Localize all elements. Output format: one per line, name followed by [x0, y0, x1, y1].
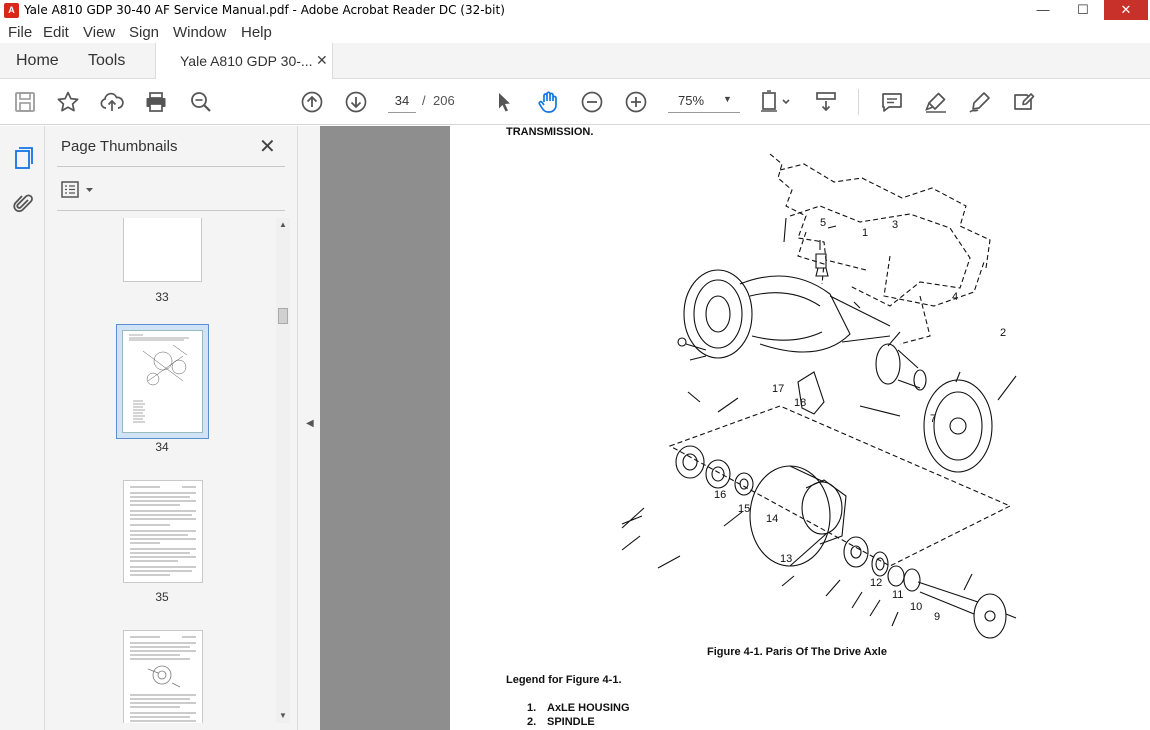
callout-11: 11 — [892, 589, 903, 601]
page-fit-icon[interactable] — [759, 90, 793, 114]
callout-1: 1 — [862, 227, 868, 239]
callout-15: 15 — [738, 503, 750, 515]
panel-splitter[interactable]: ◀ — [297, 126, 320, 730]
hand-tool-icon[interactable] — [536, 90, 560, 114]
menu-view[interactable]: View — [83, 24, 115, 41]
maximize-button[interactable]: ☐ — [1068, 0, 1098, 20]
save-icon[interactable] — [13, 90, 37, 114]
legend-item-label: SPINDLE — [547, 716, 595, 728]
thumbnail-page-number: 35 — [155, 590, 169, 604]
page-number-input[interactable] — [388, 89, 416, 113]
thumbnail-list: 33 34 35 — [45, 218, 277, 723]
callout-9: 9 — [934, 611, 940, 623]
sign-icon[interactable] — [968, 90, 992, 114]
legend-title: Legend for Figure 4-1. — [506, 674, 622, 686]
page-separator: / — [422, 93, 426, 108]
zoom-dropdown[interactable]: 75% ▼ — [668, 89, 740, 113]
callout-2: 2 — [1000, 327, 1006, 339]
callout-14: 14 — [766, 513, 778, 525]
menu-help[interactable]: Help — [241, 24, 272, 41]
callout-10: 10 — [910, 601, 922, 613]
scroll-down-arrow-icon[interactable]: ▼ — [279, 711, 287, 720]
legend-item-number: 2. — [527, 716, 537, 728]
callout-17: 17 — [772, 383, 784, 395]
acrobat-app-icon: A — [4, 3, 19, 18]
close-tab-icon[interactable]: ✕ — [316, 52, 328, 69]
window-title: Yale A810 GDP 30-40 AF Service Manual.pd… — [24, 3, 505, 17]
callout-4: 4 — [952, 291, 958, 303]
callout-18: 18 — [794, 397, 806, 409]
menu-window[interactable]: Window — [173, 24, 226, 41]
callout-16: 16 — [714, 489, 726, 501]
attachments-paperclip-icon[interactable] — [11, 192, 35, 216]
tab-bar: Home Tools Yale A810 GDP 30-... ✕ — [0, 43, 1150, 79]
bookmark-star-icon[interactable] — [56, 90, 80, 114]
thumbnail-selected-highlight[interactable] — [116, 324, 209, 439]
callout-7: 7 — [930, 413, 936, 425]
menu-bar: File Edit View Sign Window Help — [0, 22, 1150, 43]
select-arrow-icon[interactable] — [492, 90, 516, 114]
callout-3: 3 — [892, 219, 898, 231]
fill-sign-icon[interactable] — [1012, 90, 1036, 114]
thumbnail-page[interactable] — [123, 630, 203, 723]
highlight-icon[interactable] — [924, 90, 948, 114]
document-viewport[interactable]: TRANSMISSION. 5 1 3 4 2 7 17 18 16 15 14… — [320, 126, 1150, 730]
left-navigation-rail — [0, 126, 45, 730]
divider — [57, 210, 285, 211]
tab-home[interactable]: Home — [16, 52, 59, 70]
panel-title: Page Thumbnails — [61, 138, 178, 155]
thumbnail-scrollbar[interactable]: ▲ ▼ — [276, 218, 290, 723]
title-bar: A Yale A810 GDP 30-40 AF Service Manual.… — [0, 0, 1150, 22]
page-thumbnails-panel: Page Thumbnails ✕ 33 34 35 ▲ ▼ — [45, 126, 297, 730]
menu-sign[interactable]: Sign — [129, 24, 159, 41]
callout-5-top: 5 — [820, 217, 826, 229]
search-zoom-icon[interactable] — [189, 90, 213, 114]
toolbar-divider — [858, 89, 859, 115]
thumbnail-options-button[interactable] — [61, 180, 97, 200]
scroll-up-arrow-icon[interactable]: ▲ — [279, 220, 287, 229]
comment-icon[interactable] — [880, 90, 904, 114]
minimize-button[interactable]: — — [1028, 0, 1058, 20]
collapse-panel-icon[interactable]: ◀ — [306, 418, 314, 429]
close-panel-icon[interactable]: ✕ — [259, 134, 276, 159]
legend-item-number: 1. — [527, 702, 537, 714]
toolbar: / 206 75% ▼ — [0, 79, 1150, 125]
close-window-button[interactable]: ✕ — [1104, 0, 1148, 20]
tab-tools[interactable]: Tools — [88, 52, 125, 70]
document-tab-label: Yale A810 GDP 30-... — [180, 53, 313, 69]
menu-edit[interactable]: Edit — [43, 24, 69, 41]
thumbnail-page[interactable] — [123, 218, 202, 282]
print-icon[interactable] — [144, 90, 168, 114]
upload-icon[interactable] — [100, 90, 124, 114]
zoom-in-icon[interactable] — [624, 90, 648, 114]
legend-item-label: AxLE HOUSING — [547, 702, 630, 714]
tab-document[interactable]: Yale A810 GDP 30-... ✕ — [155, 43, 333, 79]
page-thumbnails-icon[interactable] — [11, 146, 35, 170]
pdf-page: TRANSMISSION. 5 1 3 4 2 7 17 18 16 15 14… — [450, 126, 1150, 730]
scroll-mode-icon[interactable] — [814, 90, 838, 114]
page-up-icon[interactable] — [300, 90, 324, 114]
zoom-value: 75% — [678, 93, 705, 108]
drive-axle-exploded-diagram: 5 1 3 4 2 6 5 7 17 18 16 15 14 13 12 11 … — [621, 153, 1017, 639]
figure-caption: Figure 4-1. Paris Of The Drive Axle — [707, 646, 887, 658]
total-pages: 206 — [433, 93, 455, 108]
scrollbar-thumb[interactable] — [278, 308, 288, 324]
menu-file[interactable]: File — [8, 24, 32, 41]
page-down-icon[interactable] — [344, 90, 368, 114]
callout-12: 12 — [870, 577, 882, 589]
thumbnail-page-number: 34 — [155, 440, 169, 454]
zoom-out-icon[interactable] — [580, 90, 604, 114]
thumbnail-page-number: 33 — [155, 290, 169, 304]
divider — [57, 166, 285, 167]
thumbnail-page[interactable] — [123, 480, 203, 583]
chevron-down-icon: ▼ — [723, 94, 732, 104]
callout-13: 13 — [780, 553, 792, 565]
